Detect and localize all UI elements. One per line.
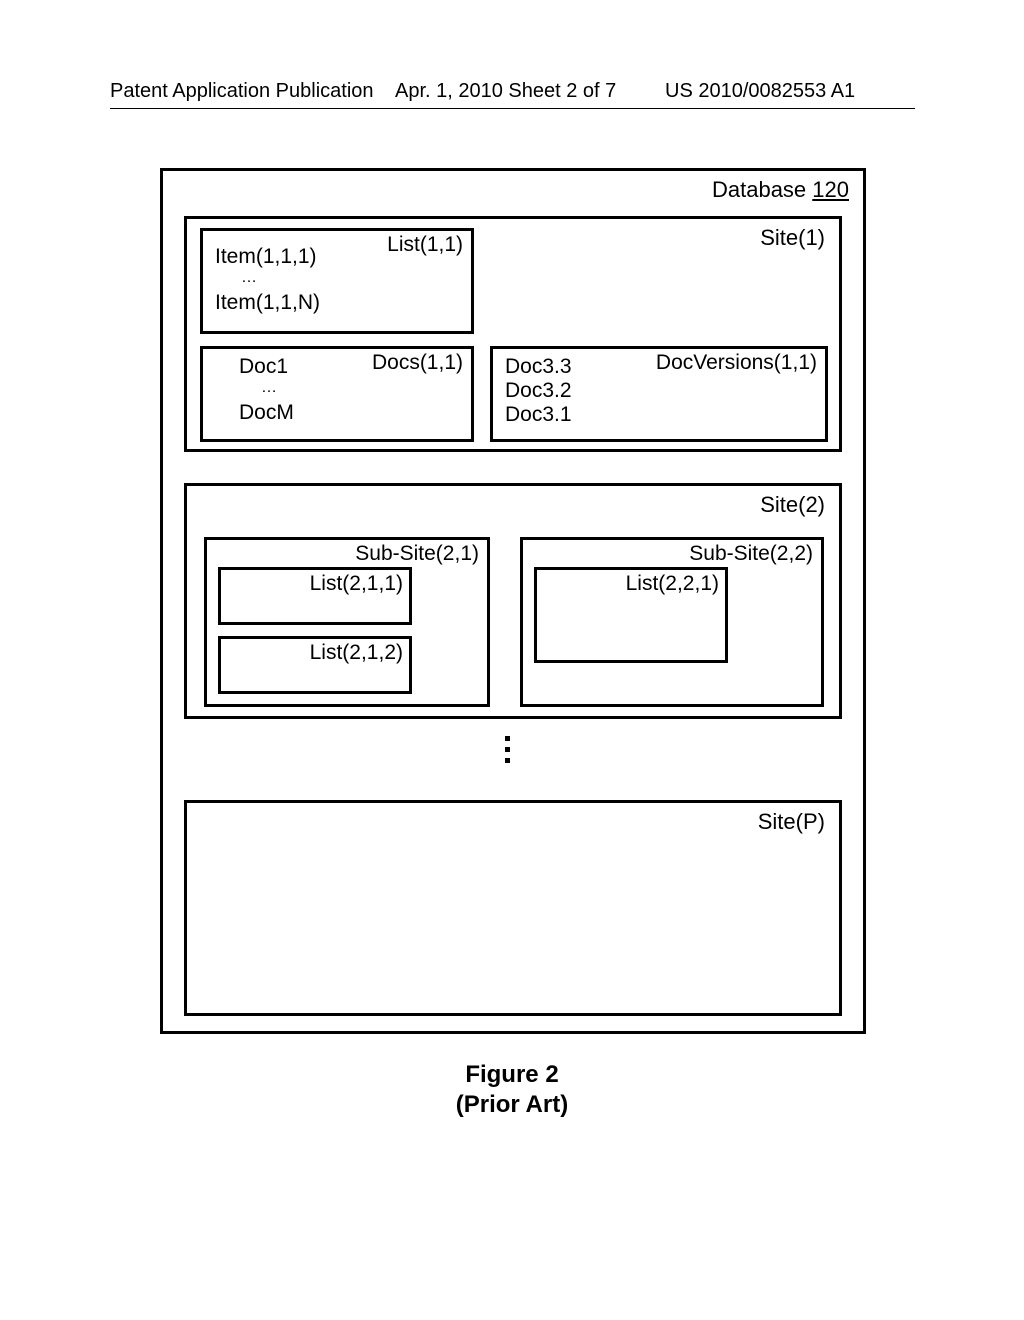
header-date-sheet: Apr. 1, 2010 Sheet 2 of 7: [395, 80, 616, 103]
list-1-1-box: List(1,1) Item(1,1,1) … Item(1,1,N): [200, 228, 474, 334]
docs-1-1-box: Docs(1,1) Doc1 … DocM: [200, 346, 474, 442]
list-2-1-1-box: List(2,1,1): [218, 567, 412, 625]
docversions-1-1-box: DocVersions(1,1) Doc3.3 Doc3.2 Doc3.1: [490, 346, 828, 442]
figure-caption-line2: (Prior Art): [0, 1090, 1024, 1120]
list-1-1-item-first: Item(1,1,1): [215, 245, 317, 269]
docversions-entry-2: Doc3.2: [505, 379, 572, 403]
subsite-2-1-label: Sub-Site(2,1): [355, 542, 479, 566]
list-1-1-item-last: Item(1,1,N): [215, 291, 320, 315]
list-2-1-2-box: List(2,1,2): [218, 636, 412, 694]
list-2-1-2-label: List(2,1,2): [310, 641, 403, 665]
database-number: 120: [812, 177, 849, 202]
header-pub-number: US 2010/0082553 A1: [665, 80, 855, 103]
page: Patent Application Publication Apr. 1, 2…: [0, 0, 1024, 1320]
figure-caption-line1: Figure 2: [0, 1060, 1024, 1090]
database-label-text: Database: [712, 177, 812, 202]
list-1-1-ellipsis: …: [241, 269, 258, 287]
vertical-ellipsis: [505, 730, 510, 769]
docs-1-1-first: Doc1: [239, 355, 288, 379]
docs-1-1-last: DocM: [239, 401, 294, 425]
database-label: Database 120: [712, 177, 849, 203]
docversions-entry-1: Doc3.1: [505, 403, 572, 427]
site-1-label: Site(1): [760, 225, 825, 251]
figure-caption: Figure 2 (Prior Art): [0, 1060, 1024, 1120]
header-publication: Patent Application Publication: [110, 80, 374, 103]
site-P-label: Site(P): [758, 809, 825, 835]
docs-1-1-label: Docs(1,1): [372, 351, 463, 375]
site-P-box: Site(P): [184, 800, 842, 1016]
list-2-2-1-box: List(2,2,1): [534, 567, 728, 663]
header-rule: [110, 108, 915, 109]
list-1-1-label: List(1,1): [387, 233, 463, 257]
list-2-2-1-label: List(2,2,1): [626, 572, 719, 596]
docversions-entry-3: Doc3.3: [505, 355, 572, 379]
docversions-1-1-label: DocVersions(1,1): [656, 351, 817, 375]
subsite-2-2-label: Sub-Site(2,2): [689, 542, 813, 566]
list-2-1-1-label: List(2,1,1): [310, 572, 403, 596]
site-2-label: Site(2): [760, 492, 825, 518]
docs-1-1-ellipsis: …: [261, 379, 278, 397]
